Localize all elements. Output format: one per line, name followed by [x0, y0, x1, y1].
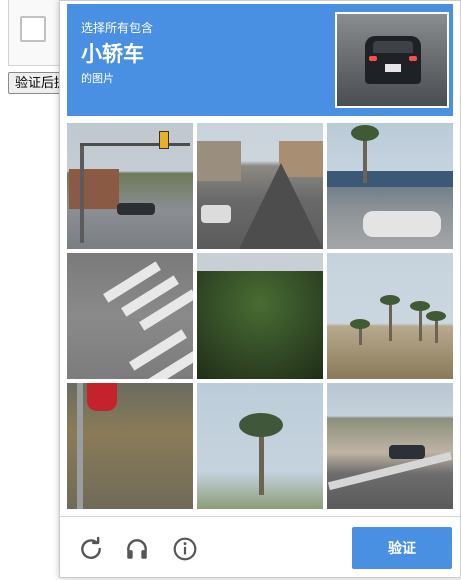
- reload-icon[interactable]: [78, 536, 104, 562]
- example-car: [365, 36, 421, 84]
- image-tile-7[interactable]: [67, 383, 193, 509]
- image-tile-1[interactable]: [67, 123, 193, 249]
- image-tile-4[interactable]: [67, 253, 193, 379]
- instruction-suffix: 的图片: [81, 73, 114, 85]
- captcha-checkbox[interactable]: [20, 16, 46, 42]
- image-tile-9[interactable]: [327, 383, 453, 509]
- image-tile-grid: [67, 123, 453, 509]
- image-tile-5[interactable]: [197, 253, 323, 379]
- challenge-footer: 验证: [60, 516, 460, 579]
- audio-icon[interactable]: [124, 536, 150, 562]
- challenge-header: 选择所有包含 小轿车 的图片: [67, 4, 453, 116]
- target-object-label: 小轿车: [81, 43, 144, 66]
- captcha-challenge-popup: 选择所有包含 小轿车 的图片 验证: [59, 0, 461, 578]
- info-icon[interactable]: [172, 536, 198, 562]
- image-tile-6[interactable]: [327, 253, 453, 379]
- image-tile-3[interactable]: [327, 123, 453, 249]
- instruction-text: 选择所有包含: [81, 21, 154, 35]
- image-tile-2[interactable]: [197, 123, 323, 249]
- verify-button[interactable]: 验证: [352, 527, 452, 569]
- example-image: [335, 12, 449, 108]
- image-tile-8[interactable]: [197, 383, 323, 509]
